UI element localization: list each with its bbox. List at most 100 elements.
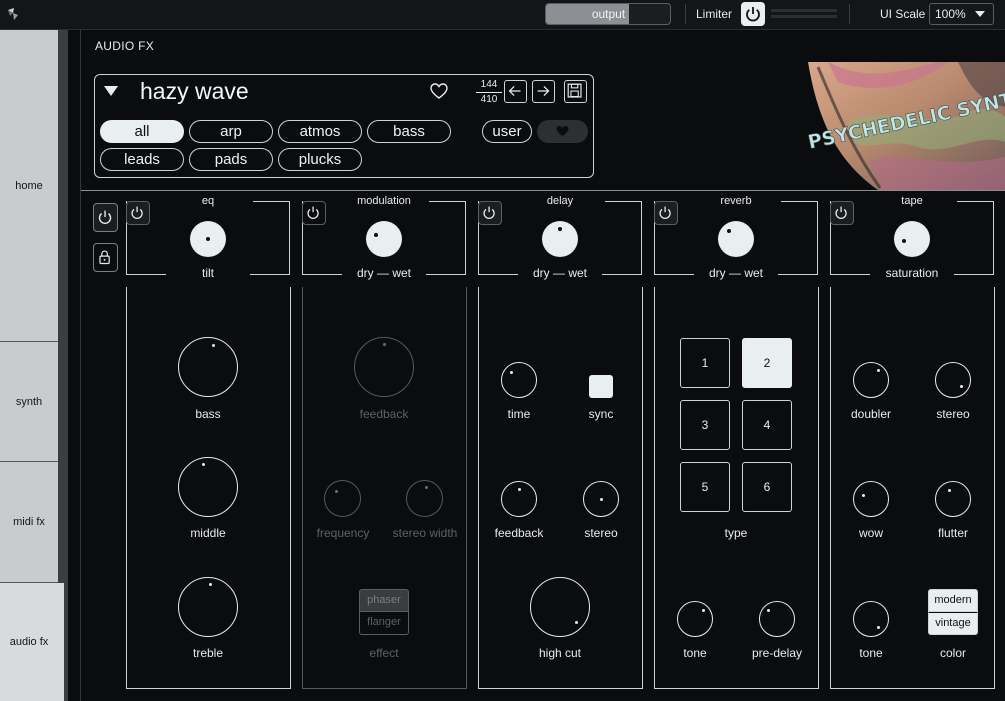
power-icon [483, 206, 495, 219]
eq-middle-knob[interactable] [178, 457, 238, 517]
tape-stereo-label: stereo [936, 407, 970, 421]
tag-user[interactable]: user [482, 120, 532, 143]
power-icon [307, 206, 319, 219]
eq-middle-label: middle [190, 526, 226, 540]
tag-pads[interactable]: pads [189, 148, 273, 171]
reverb-type-4[interactable]: 4 [742, 400, 792, 450]
eq-title: eq [201, 195, 215, 207]
tape-doubler-knob[interactable] [853, 362, 889, 398]
color-option-modern[interactable]: modern [928, 589, 978, 612]
modulation-title: modulation [357, 195, 411, 207]
tag-bass[interactable]: bass [367, 120, 451, 143]
delay-time-label: time [507, 407, 531, 421]
eq-bass-knob[interactable] [178, 337, 238, 397]
tape-saturation-label: saturation [885, 266, 939, 280]
top-bar: output Limiter UI Scale 100% [0, 0, 1005, 30]
tag-favorites[interactable] [537, 120, 588, 143]
delay-feedback-knob[interactable] [501, 481, 537, 517]
tag-all[interactable]: all [100, 120, 184, 143]
modulation-stereo-width-knob[interactable] [406, 480, 443, 517]
ui-scale-select[interactable]: 100% [929, 3, 994, 25]
delay-power-button[interactable] [478, 201, 502, 225]
save-preset-button[interactable] [564, 80, 587, 103]
nav-item-label: home [15, 179, 43, 192]
arrow-left-icon [508, 86, 521, 97]
reverb-dry-wet-knob[interactable] [718, 221, 754, 257]
preset-artwork: PSYCHEDELIC SYNTHS [808, 62, 1005, 190]
modulation-power-button[interactable] [302, 201, 326, 225]
effect-option-phaser[interactable]: phaser [359, 589, 409, 612]
power-icon [659, 206, 671, 219]
reverb-type-3[interactable]: 3 [680, 400, 730, 450]
delay-stereo-knob[interactable] [583, 481, 619, 517]
next-preset-button[interactable] [532, 80, 555, 103]
tag-plucks[interactable]: plucks [278, 148, 362, 171]
nav-item-home[interactable]: home [0, 30, 58, 342]
preset-index: 144 [480, 79, 498, 90]
lock-button[interactable] [93, 243, 118, 272]
tape-tone-label: tone [859, 646, 883, 660]
reverb-dry-wet-label: dry — wet [708, 266, 763, 280]
divider [849, 4, 850, 24]
tape-flutter-label: flutter [937, 526, 968, 540]
all-fx-power-button[interactable] [93, 203, 118, 232]
nav-item-label: audio fx [9, 636, 49, 648]
modulation-stereo-width-label: stereo width [392, 526, 458, 540]
previous-preset-button[interactable] [504, 80, 527, 103]
arrow-right-icon [537, 86, 550, 97]
limiter-power-button[interactable] [741, 2, 765, 26]
eq-bass-label: bass [195, 407, 221, 421]
delay-time-knob[interactable] [501, 362, 537, 398]
modulation-feedback-label: feedback [359, 407, 409, 421]
reverb-type-1[interactable]: 1 [680, 338, 730, 388]
tape-wow-label: wow [858, 526, 883, 540]
limiter-meter-right [771, 15, 837, 18]
effect-option-flanger[interactable]: flanger [359, 612, 409, 635]
color-option-vintage[interactable]: vintage [928, 612, 978, 635]
delay-stereo-label: stereo [584, 526, 618, 540]
tag-arp[interactable]: arp [189, 120, 273, 143]
delay-high-cut-knob[interactable] [530, 577, 590, 637]
lock-icon [99, 250, 110, 265]
tape-saturation-knob[interactable] [894, 221, 930, 257]
modulation-effect-label: effect [369, 646, 399, 660]
tag-leads[interactable]: leads [100, 148, 184, 171]
power-icon [746, 7, 760, 22]
nav-item-midi-fx[interactable]: midi fx [0, 462, 58, 583]
tag-atmos[interactable]: atmos [278, 120, 362, 143]
preset-name[interactable]: hazy wave [140, 78, 249, 105]
eq-tilt-knob[interactable] [190, 221, 226, 257]
reverb-type-2[interactable]: 2 [742, 338, 792, 388]
tape-doubler-label: doubler [850, 407, 892, 421]
modulation-dry-wet-label: dry — wet [356, 266, 411, 280]
nav-item-synth[interactable]: synth [0, 342, 58, 462]
nav-item-audio-fx[interactable]: audio fx [0, 583, 58, 701]
reverb-tone-knob[interactable] [677, 601, 713, 637]
preset-menu-caret-icon[interactable] [104, 86, 118, 96]
divider [476, 92, 502, 93]
modulation-frequency-knob[interactable] [324, 480, 361, 517]
chevron-down-icon [975, 11, 985, 17]
heart-icon[interactable] [430, 83, 448, 100]
save-icon [567, 83, 582, 98]
output-level-slider[interactable]: output [545, 3, 671, 25]
delay-dry-wet-knob[interactable] [542, 221, 578, 257]
section-title: AUDIO FX [95, 39, 155, 53]
reverb-type-6[interactable]: 6 [742, 462, 792, 512]
eq-treble-knob[interactable] [178, 577, 238, 637]
tape-tone-knob[interactable] [853, 601, 889, 637]
delay-sync-button[interactable] [589, 375, 613, 398]
tape-wow-knob[interactable] [853, 481, 889, 517]
tape-stereo-knob[interactable] [935, 362, 971, 398]
modulation-feedback-knob[interactable] [354, 337, 414, 397]
reverb-type-5[interactable]: 5 [680, 462, 730, 512]
reverb-pre-delay-knob[interactable] [759, 601, 795, 637]
tape-power-button[interactable] [830, 201, 854, 225]
eq-power-button[interactable] [126, 201, 150, 225]
reverb-power-button[interactable] [654, 201, 678, 225]
tape-flutter-knob[interactable] [935, 481, 971, 517]
limiter-meter-left [771, 9, 837, 12]
nav-scrollbar-thumb[interactable] [58, 583, 64, 701]
tape-title: tape [901, 195, 923, 207]
modulation-dry-wet-knob[interactable] [366, 221, 402, 257]
